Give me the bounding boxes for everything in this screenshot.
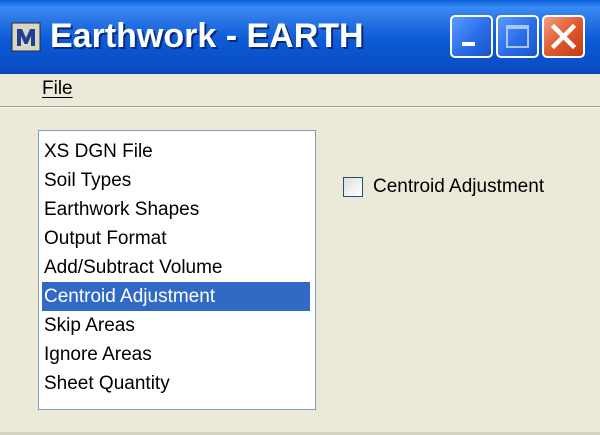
centroid-adjustment-option[interactable]: Centroid Adjustment [343,174,593,200]
settings-category-list[interactable]: XS DGN File Soil Types Earthwork Shapes … [38,130,316,410]
centroid-adjustment-label[interactable]: Centroid Adjustment [373,174,544,200]
title-bar[interactable]: Earthwork - EARTH [0,0,600,74]
list-item-add-subtract-volume[interactable]: Add/Subtract Volume [42,253,310,282]
centroid-adjustment-checkbox[interactable] [343,177,363,197]
menu-separator-highlight [0,107,600,108]
minimize-icon [462,42,475,46]
close-button[interactable] [542,15,585,58]
list-item-sheet-quantity[interactable]: Sheet Quantity [42,369,310,398]
close-icon [550,23,577,50]
minimize-button[interactable] [450,15,493,58]
list-item-earthwork-shapes[interactable]: Earthwork Shapes [42,195,310,224]
earthwork-window: Earthwork - EARTH File XS DGN File Soil … [0,0,600,435]
list-item-output-format[interactable]: Output Format [42,224,310,253]
menu-bar: File [0,74,600,104]
maximize-button[interactable] [496,15,539,58]
list-item-skip-areas[interactable]: Skip Areas [42,311,310,340]
list-item-centroid-adjustment[interactable]: Centroid Adjustment [42,282,310,311]
list-item-soil-types[interactable]: Soil Types [42,166,310,195]
microstation-app-icon[interactable] [11,22,41,52]
window-title: Earthwork - EARTH [50,17,364,55]
maximize-icon [506,25,529,48]
list-item-xs-dgn-file[interactable]: XS DGN File [42,137,310,166]
list-item-ignore-areas[interactable]: Ignore Areas [42,340,310,369]
menu-file[interactable]: File [42,77,73,101]
